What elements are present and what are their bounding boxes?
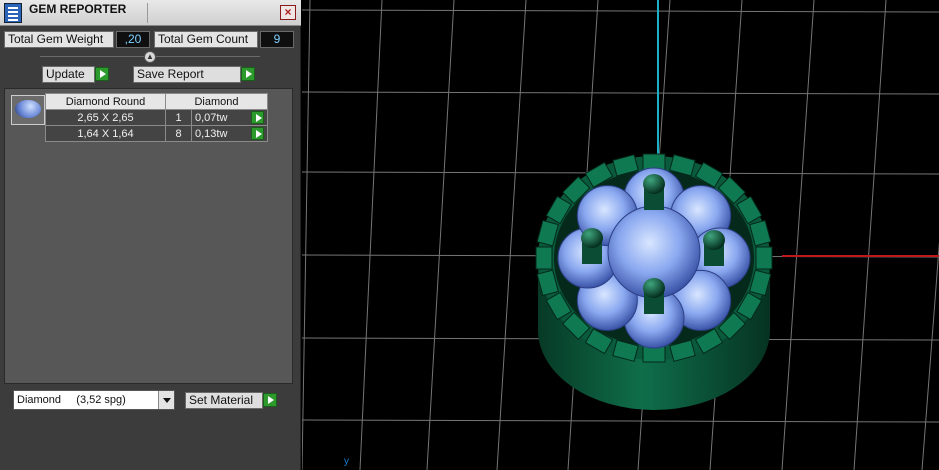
total-gem-weight-label: Total Gem Weight xyxy=(4,31,114,48)
gem-reporter-panel: GEM REPORTER × Total Gem Weight ,20 Tota… xyxy=(0,0,301,470)
set-material-button[interactable]: Set Material xyxy=(185,392,263,409)
prong-cap xyxy=(581,228,603,248)
grid-line xyxy=(359,0,383,470)
grid-line xyxy=(496,0,527,470)
bezel-tab xyxy=(755,246,773,270)
gem-thumbnail[interactable] xyxy=(11,95,45,125)
grid-line xyxy=(302,0,311,470)
material-select-value: Diamond (3,52 spg) xyxy=(17,394,126,406)
gem-row-weight: 0,07tw xyxy=(195,111,228,124)
table-row: 2,65 X 2,65 1 0,07tw xyxy=(45,109,268,126)
grid-line xyxy=(302,91,939,95)
grid-line xyxy=(781,0,815,470)
gem-table-header-material: Diamond xyxy=(165,93,268,110)
grid-line xyxy=(302,9,939,13)
gem-row-weight-cell: 0,07tw xyxy=(191,109,268,126)
material-select[interactable]: Diamond (3,52 spg) xyxy=(13,390,175,410)
viewport-scene xyxy=(302,0,939,470)
gem-row-size: 1,64 X 1,64 xyxy=(45,125,166,142)
gem-table-header-shape: Diamond Round xyxy=(45,93,166,110)
axis-indicator-label: y xyxy=(344,456,349,467)
gem-row-weight: 0,13tw xyxy=(195,127,228,140)
3d-viewport[interactable]: y xyxy=(302,0,939,470)
row-play-icon[interactable] xyxy=(251,127,264,140)
gem-row-count: 1 xyxy=(165,109,192,126)
title-bar: GEM REPORTER × xyxy=(0,0,301,26)
ring-model[interactable] xyxy=(535,153,773,410)
app-icon xyxy=(4,3,22,23)
grid-line xyxy=(302,419,939,423)
prong-cap xyxy=(703,230,725,250)
close-icon[interactable]: × xyxy=(280,5,296,20)
gem-table: Diamond Round Diamond 2,65 X 2,65 1 0,07… xyxy=(45,93,268,142)
window-title: GEM REPORTER xyxy=(29,2,127,16)
grid-line xyxy=(426,0,455,470)
update-play-icon[interactable] xyxy=(95,67,109,81)
collapse-icon[interactable]: ▲ xyxy=(144,51,156,63)
prong-cap xyxy=(643,174,665,194)
grid-line xyxy=(853,0,887,470)
gem-row-count: 8 xyxy=(165,125,192,142)
prong-cap xyxy=(643,278,665,298)
row-play-icon[interactable] xyxy=(251,111,264,124)
gem-row-weight-cell: 0,13tw xyxy=(191,125,268,142)
update-button[interactable]: Update xyxy=(42,66,95,83)
dropdown-arrow-icon[interactable] xyxy=(158,391,174,409)
bezel-tab xyxy=(535,246,553,270)
total-gem-weight-value: ,20 xyxy=(116,31,150,48)
gem-row-size: 2,65 X 2,65 xyxy=(45,109,166,126)
grid-line xyxy=(921,241,939,470)
save-report-button[interactable]: Save Report xyxy=(133,66,241,83)
set-material-play-icon[interactable] xyxy=(263,393,277,407)
save-report-play-icon[interactable] xyxy=(241,67,255,81)
total-gem-count-label: Total Gem Count xyxy=(154,31,258,48)
title-divider xyxy=(147,3,148,23)
total-gem-count-value: 9 xyxy=(260,31,294,48)
table-row: 1,64 X 1,64 8 0,13tw xyxy=(45,125,268,142)
